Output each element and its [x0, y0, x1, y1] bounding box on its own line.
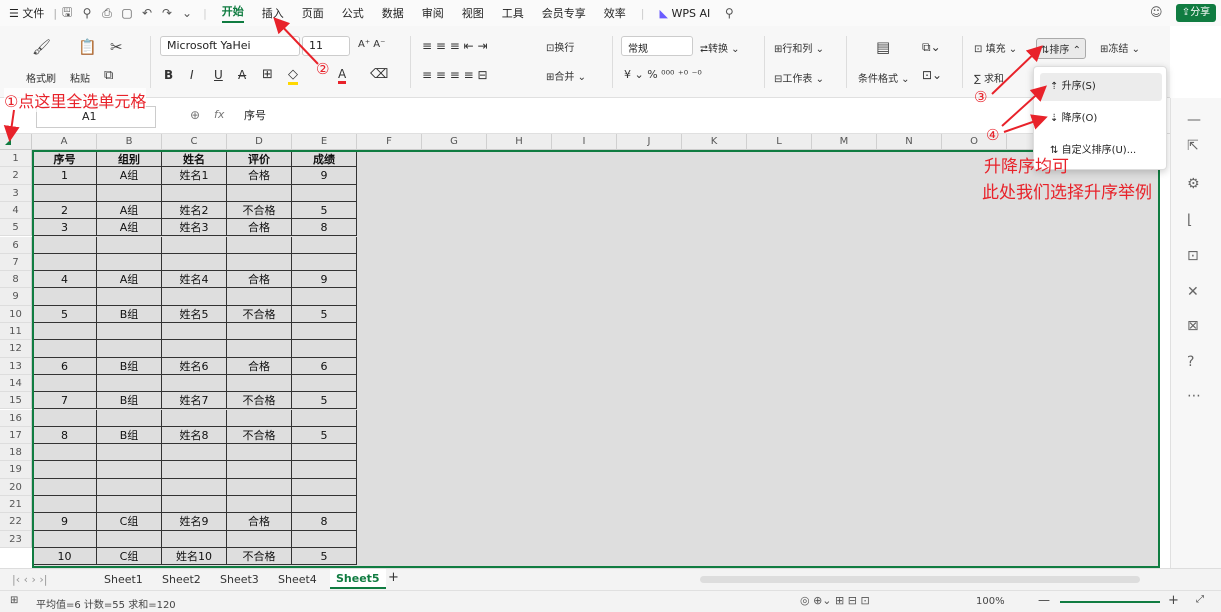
- arrow-to-select-all: [3, 109, 20, 142]
- annotation-arrows: [3, 17, 1048, 142]
- arrow-to-sort-button: [991, 45, 1043, 95]
- arrow-to-home-tab: [273, 17, 319, 65]
